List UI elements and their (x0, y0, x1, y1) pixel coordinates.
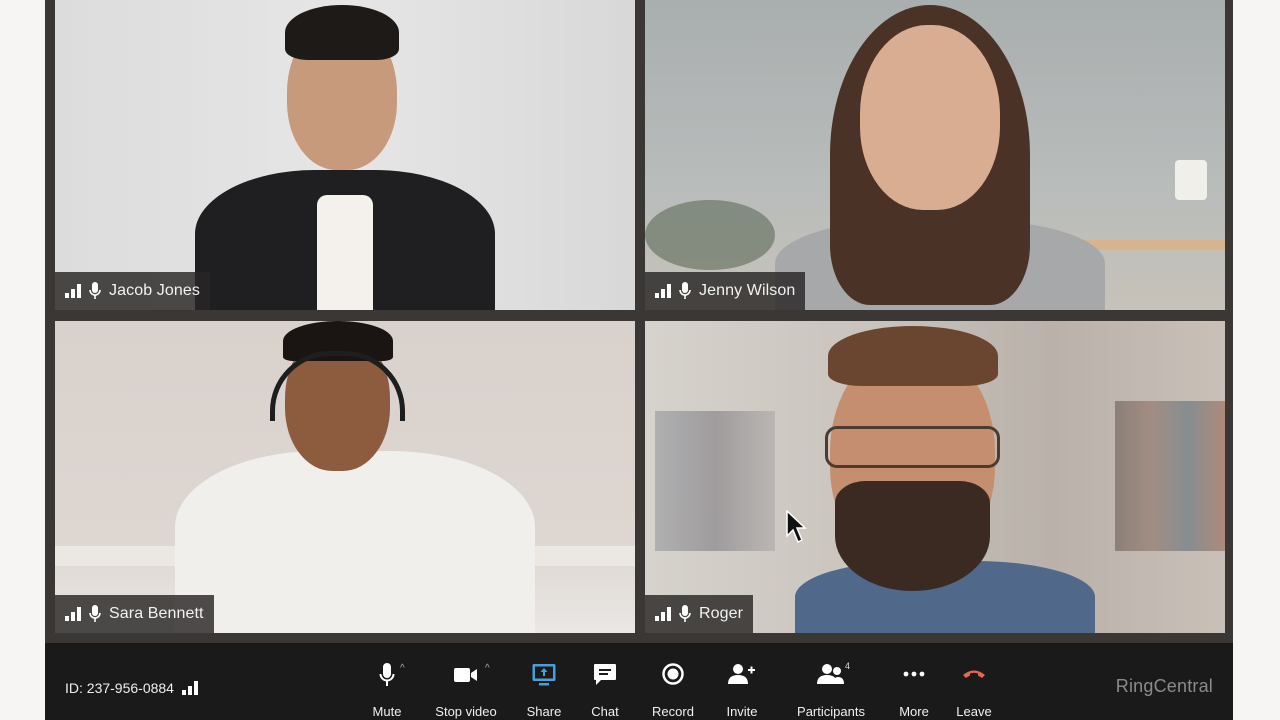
microphone-icon (679, 605, 691, 623)
beard (835, 481, 990, 591)
mute-label: Mute (372, 704, 402, 719)
more-dots-icon (903, 663, 925, 697)
participants-button[interactable]: 4 Participants (783, 643, 879, 720)
invite-label: Invite (726, 704, 758, 719)
stop-video-button[interactable]: ^ Stop video (421, 643, 511, 720)
lamp (1175, 160, 1207, 200)
plant (645, 200, 775, 270)
mouse-cursor-icon (786, 509, 808, 549)
add-person-icon (728, 663, 756, 697)
signal-bars-icon (181, 681, 198, 695)
video-feed (645, 321, 1225, 633)
participant-name: Sara Bennett (109, 605, 204, 622)
hang-up-icon (962, 663, 986, 697)
hair (285, 5, 399, 60)
share-button[interactable]: Share (511, 643, 577, 720)
participant-label: Jenny Wilson (645, 272, 806, 310)
person-body (175, 451, 535, 633)
signal-bars-icon (655, 284, 671, 298)
meeting-id: ID: 237-956-0884 (65, 680, 198, 696)
participant-name: Jenny Wilson (699, 282, 796, 299)
glasses (825, 426, 1000, 468)
participant-label: Sara Bennett (55, 595, 214, 633)
video-feed (55, 0, 635, 310)
meeting-id-text: ID: 237-956-0884 (65, 680, 174, 696)
share-screen-icon (532, 663, 556, 697)
mute-options-caret[interactable]: ^ (400, 663, 405, 674)
participant-name: Jacob Jones (109, 282, 200, 299)
record-label: Record (652, 704, 694, 719)
share-label: Share (526, 704, 562, 719)
chat-button[interactable]: Chat (577, 643, 633, 720)
bookshelf (1115, 401, 1225, 551)
participants-label: Participants (797, 704, 865, 719)
person-head (860, 25, 1000, 210)
invite-button[interactable]: Invite (711, 643, 773, 720)
video-tile-jenny-wilson[interactable]: Jenny Wilson (645, 0, 1225, 310)
microphone-icon (89, 605, 101, 623)
record-button[interactable]: Record (637, 643, 709, 720)
signal-bars-icon (65, 284, 81, 298)
meeting-toolbar: ID: 237-956-0884 ^ Mute ^ Stop video Sha… (45, 643, 1233, 720)
participants-icon (817, 663, 845, 697)
participant-name: Roger (699, 605, 744, 622)
video-options-caret[interactable]: ^ (485, 663, 490, 674)
headset (270, 351, 405, 421)
mute-button[interactable]: ^ Mute (356, 643, 418, 720)
bookshelf (655, 411, 775, 551)
video-feed (645, 0, 1225, 310)
microphone-icon (379, 663, 395, 697)
microphone-icon (89, 282, 101, 300)
video-tile-sara-bennett[interactable]: Sara Bennett (55, 321, 635, 633)
video-tile-jacob-jones[interactable]: Jacob Jones (55, 0, 635, 310)
stop-video-label: Stop video (435, 704, 497, 719)
video-feed (55, 321, 635, 633)
participant-label: Jacob Jones (55, 272, 210, 310)
leave-label: Leave (956, 704, 992, 719)
participant-label: Roger (645, 595, 754, 633)
record-icon (662, 663, 684, 697)
leave-button[interactable]: Leave (945, 643, 1003, 720)
shirt (317, 195, 373, 310)
chat-bubble-icon (593, 663, 617, 697)
ringcentral-logo: RingCentral (1115, 676, 1213, 696)
video-tile-roger[interactable]: Roger (645, 321, 1225, 633)
video-camera-icon (454, 663, 478, 697)
more-button[interactable]: More (883, 643, 945, 720)
hair (828, 326, 998, 386)
microphone-icon (679, 282, 691, 300)
chat-label: Chat (591, 704, 619, 719)
more-label: More (899, 704, 929, 719)
participant-count-badge: 4 (845, 661, 851, 671)
toolbar-buttons: ^ Mute ^ Stop video Share Chat Record In… (356, 643, 1003, 720)
signal-bars-icon (65, 607, 81, 621)
signal-bars-icon (655, 607, 671, 621)
